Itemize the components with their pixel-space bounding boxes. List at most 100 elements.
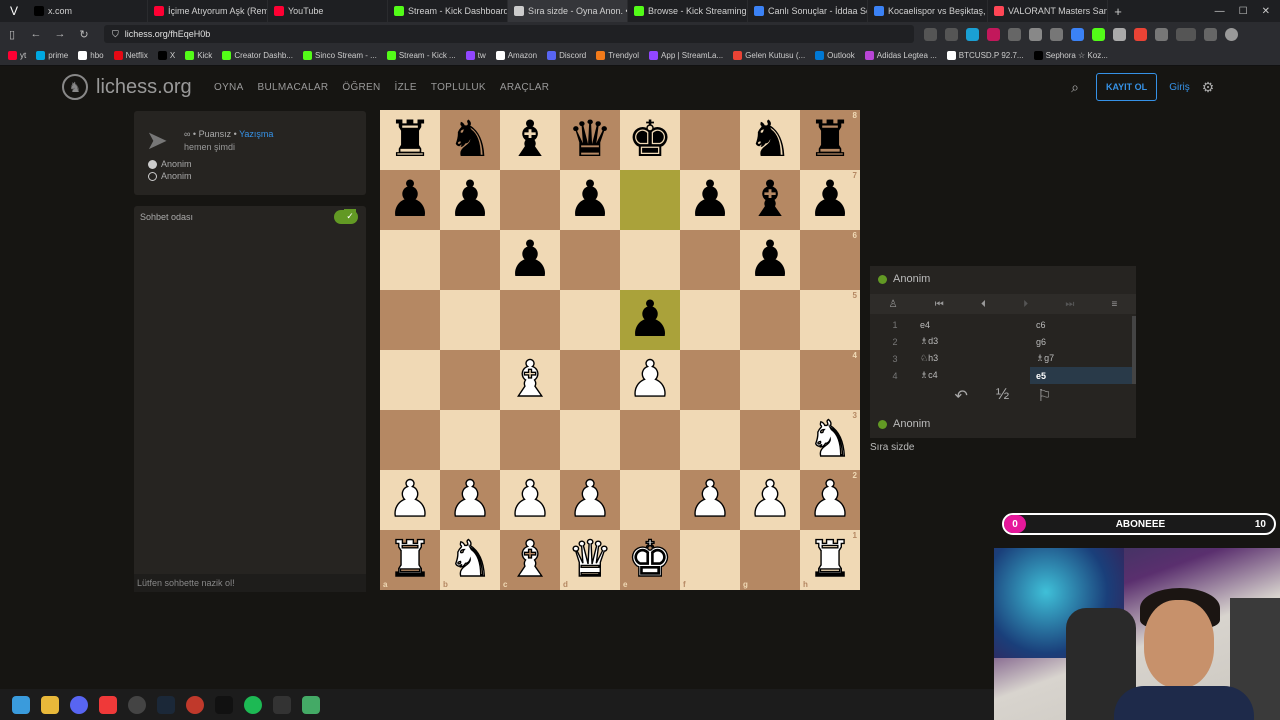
square-g6[interactable]: ♟ [740, 230, 800, 290]
site-logo[interactable]: ♞ lichess.org [62, 74, 192, 100]
bookmark-item[interactable]: Discord [547, 51, 586, 60]
square-e7[interactable] [620, 170, 680, 230]
extension-icon[interactable] [1134, 27, 1147, 41]
flip-board-icon[interactable]: ♙ [889, 299, 898, 310]
square-a1[interactable]: ♜ a [380, 530, 440, 590]
white-knight-icon[interactable]: ♞ [807, 413, 853, 464]
extension-icon[interactable] [987, 27, 1000, 41]
bookmark-item[interactable]: Stream - Kick ... [386, 51, 456, 60]
menu-icon[interactable]: ≡ [1112, 299, 1118, 310]
reload-icon[interactable]: ↻ [72, 28, 96, 41]
square-b3[interactable] [440, 410, 500, 470]
browser-tab[interactable]: VALORANT Masters Santia [988, 0, 1108, 22]
bookmark-item[interactable]: hbo [78, 51, 104, 60]
square-d2[interactable]: ♟ [560, 470, 620, 530]
black-pawn-icon[interactable]: ♟ [448, 174, 493, 224]
nav-item[interactable]: OYNA [214, 82, 244, 93]
square-e4[interactable]: ♟ [620, 350, 680, 410]
move-black[interactable]: ♗g7 [1030, 350, 1132, 367]
black-knight-icon[interactable]: ♞ [448, 114, 493, 164]
black-pawn-icon[interactable]: ♟ [628, 294, 673, 344]
bookmark-item[interactable]: X [157, 51, 175, 60]
reader-icon[interactable] [924, 27, 937, 41]
white-pawn-icon[interactable]: ♟ [387, 473, 433, 524]
bookmark-item[interactable]: BTCUSD.P 92.7... [946, 51, 1024, 60]
bookmark-item[interactable]: Netflix [113, 51, 148, 60]
bookmark-item[interactable]: Trendyol [596, 51, 639, 60]
square-g3[interactable] [740, 410, 800, 470]
square-h1[interactable]: ♜ 1 h [800, 530, 860, 590]
bookmark-item[interactable]: tw [465, 51, 486, 60]
steam-icon[interactable] [157, 695, 175, 714]
takeback-icon[interactable]: ↶ [954, 386, 967, 406]
square-f6[interactable] [680, 230, 740, 290]
close-window-icon[interactable]: ✕ [1262, 6, 1270, 17]
extension-icon[interactable] [1092, 27, 1105, 41]
square-h3[interactable]: ♞ 3 [800, 410, 860, 470]
square-c6[interactable]: ♟ [500, 230, 560, 290]
opponent-name[interactable]: Anonim [893, 273, 930, 285]
bookmark-item[interactable]: prime [36, 51, 68, 60]
square-d5[interactable] [560, 290, 620, 350]
white-pawn-icon[interactable]: ♟ [807, 473, 853, 524]
search-icon[interactable]: ⌕ [1066, 79, 1084, 96]
square-d6[interactable] [560, 230, 620, 290]
next-move-icon[interactable]: ⏵ [1023, 299, 1028, 310]
nav-item[interactable]: ARAÇLAR [500, 82, 549, 93]
chess-board[interactable]: ♜ ♞ ♝ ♛ ♚ ♞ ♜ 8 ♟ ♟ ♟ ♟ ♝ ♟ 7 ♟ ♟ 6 ♟ 5 ♝ ♟ 4 ♞ 3 ♟ ♟ ♟ ♟ ♟ ♟ ♟ 2 ♜ a ♞ b ♝ c ♛… [380, 110, 860, 590]
url-field[interactable]: ⛉ lichess.org/fhEqeH0b [104, 25, 914, 43]
square-d1[interactable]: ♛ d [560, 530, 620, 590]
bookmark-item[interactable]: yt [8, 51, 26, 60]
square-h8[interactable]: ♜ 8 [800, 110, 860, 170]
browser-tab[interactable]: Browse - Kick Streaming [628, 0, 748, 22]
square-f7[interactable]: ♟ [680, 170, 740, 230]
square-b4[interactable] [440, 350, 500, 410]
tiktok-icon[interactable] [215, 695, 233, 714]
white-pawn-icon[interactable]: ♟ [627, 353, 673, 404]
white-pawn-icon[interactable]: ♟ [507, 473, 553, 524]
app-icon[interactable] [302, 695, 320, 714]
bookmark-icon[interactable] [945, 27, 958, 41]
square-g1[interactable]: g [740, 530, 800, 590]
last-move-icon[interactable]: ⏭ [1065, 299, 1074, 310]
nav-item[interactable]: ÖĞREN [342, 82, 380, 93]
move-white[interactable]: ♗c4 [920, 370, 1030, 381]
black-knight-icon[interactable]: ♞ [748, 114, 793, 164]
file-explorer-icon[interactable] [41, 695, 59, 714]
terminal-icon[interactable] [273, 695, 291, 714]
move-white[interactable]: ♗d3 [920, 336, 1030, 347]
minimize-icon[interactable]: — [1215, 6, 1225, 17]
square-f4[interactable] [680, 350, 740, 410]
square-a8[interactable]: ♜ [380, 110, 440, 170]
nav-item[interactable]: TOPLULUK [431, 82, 486, 93]
vivaldi-icon[interactable] [99, 695, 117, 714]
browser-tab[interactable]: İçime Atıyorum Aşk (Remix [148, 0, 268, 22]
square-a5[interactable] [380, 290, 440, 350]
square-b7[interactable]: ♟ [440, 170, 500, 230]
square-h6[interactable]: 6 [800, 230, 860, 290]
forward-icon[interactable]: → [48, 28, 72, 40]
square-e6[interactable] [620, 230, 680, 290]
white-rook-icon[interactable]: ♜ [807, 533, 853, 584]
browser-tab[interactable]: Kocaelispor vs Beşiktaş, İdd [868, 0, 988, 22]
nav-item[interactable]: İZLE [395, 82, 417, 93]
extension-icon[interactable] [1155, 27, 1168, 41]
square-e3[interactable] [620, 410, 680, 470]
prev-move-icon[interactable]: ⏴ [981, 299, 986, 310]
browser-tab[interactable]: YouTube [268, 0, 388, 22]
browser-tab[interactable]: Sıra sizde - Oyna Anon. • li [508, 0, 628, 22]
square-c8[interactable]: ♝ [500, 110, 560, 170]
extension-icon[interactable] [1029, 27, 1042, 41]
white-knight-icon[interactable]: ♞ [447, 533, 493, 584]
white-bishop-icon[interactable]: ♝ [507, 533, 553, 584]
square-a6[interactable] [380, 230, 440, 290]
square-d3[interactable] [560, 410, 620, 470]
square-f3[interactable] [680, 410, 740, 470]
chat-input[interactable]: Lütfen sohbette nazik ol! [134, 574, 366, 592]
spotify-icon[interactable] [244, 695, 262, 714]
black-pawn-icon[interactable]: ♟ [688, 174, 733, 224]
square-b6[interactable] [440, 230, 500, 290]
site-info-icon[interactable]: ⛉ [112, 29, 119, 40]
move-black[interactable]: e5 [1030, 367, 1132, 384]
extension-icon[interactable] [1008, 27, 1021, 41]
